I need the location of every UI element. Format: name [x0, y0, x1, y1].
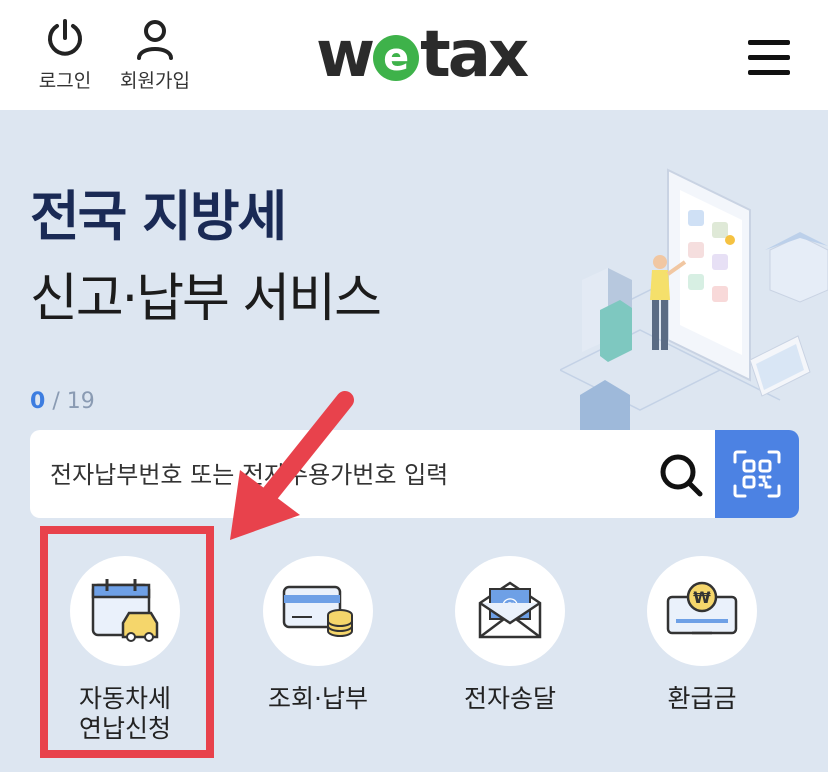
menu-button[interactable]	[748, 40, 790, 76]
top-header: 로그인 회원가입 w e tax	[0, 0, 828, 110]
search-bar	[30, 430, 715, 518]
qr-scan-button[interactable]	[715, 430, 799, 518]
login-label: 로그인	[38, 70, 92, 92]
quick-menu-label-line1: 전자송달	[463, 684, 556, 713]
quick-menu-lookup-pay[interactable]: 조회·납부	[243, 556, 393, 714]
search-icon[interactable]	[656, 450, 706, 500]
quick-menu-icon-circle: ₩	[647, 556, 757, 666]
email-envelope-icon: @	[478, 581, 542, 639]
hero-title: 전국 지방세	[30, 185, 287, 248]
logo-part-w: w	[316, 18, 375, 92]
quick-menu-icon-circle	[263, 556, 373, 666]
signup-label: 회원가입	[120, 70, 190, 92]
svg-text:₩: ₩	[693, 588, 711, 607]
quick-menu-label-line1: 조회·납부	[268, 684, 368, 713]
user-icon	[137, 20, 173, 60]
quick-menu-icon-circle: @	[455, 556, 565, 666]
quick-menu-refund[interactable]: ₩ 환급금	[627, 556, 777, 714]
counter-current: 0	[30, 389, 46, 414]
logo-part-e: e	[373, 35, 420, 81]
banner-counter: 0 / 19	[30, 389, 95, 414]
login-button[interactable]: 로그인	[20, 18, 110, 93]
card-coins-icon	[282, 585, 353, 637]
logo-part-tax: tax	[420, 18, 529, 92]
wetax-logo[interactable]: w e tax	[316, 22, 529, 88]
qr-code-icon	[733, 450, 781, 498]
won-monitor-icon: ₩	[666, 581, 738, 635]
quick-menu-label-line1: 환급금	[667, 684, 737, 713]
quick-menu-label: 조회·납부	[243, 684, 393, 714]
quick-menu-label: 환급금	[627, 684, 777, 714]
quick-menu-e-delivery[interactable]: @ 전자송달	[435, 556, 585, 714]
quick-menu-label: 전자송달	[435, 684, 585, 714]
annotation-arrow	[230, 391, 354, 540]
power-icon	[48, 19, 82, 56]
hero-subtitle: 신고·납부 서비스	[30, 269, 382, 329]
signup-button[interactable]: 회원가입	[110, 18, 200, 93]
menu-icon	[748, 40, 790, 75]
counter-total: / 19	[52, 389, 95, 414]
hero-illustration	[560, 168, 828, 430]
annotation-highlight-box	[40, 526, 214, 758]
